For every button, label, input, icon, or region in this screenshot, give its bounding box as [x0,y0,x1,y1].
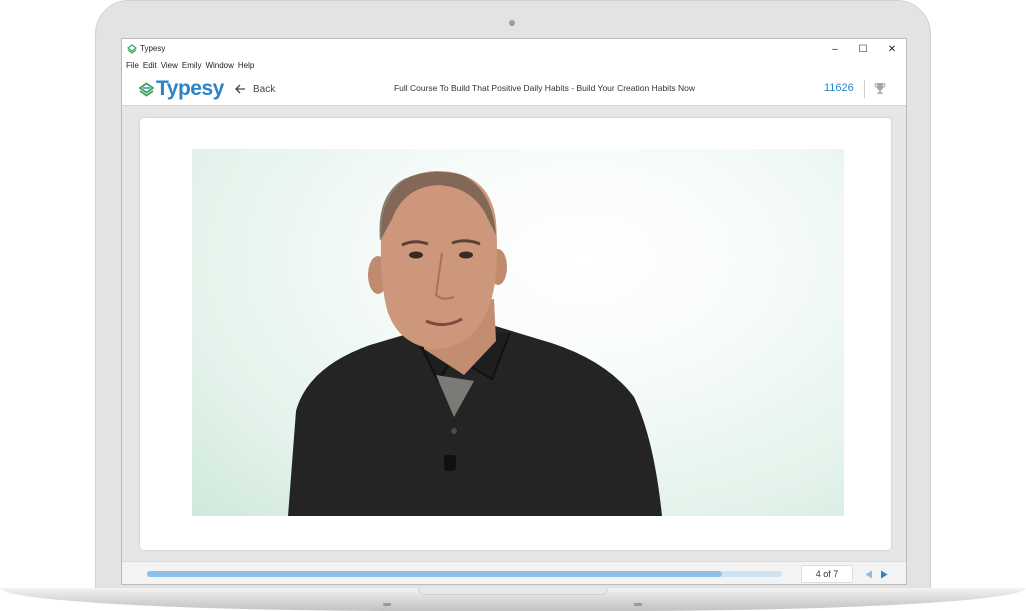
back-label: Back [253,83,276,95]
menu-help[interactable]: Help [238,59,258,72]
menu-emily[interactable]: Emily [182,59,206,72]
back-button[interactable]: Back [235,82,275,96]
page-indicator: 4 of 7 [801,565,853,583]
typesy-logo-icon [139,81,154,97]
instructor-video-frame [288,171,662,516]
webcam-icon [509,20,515,26]
menu-view[interactable]: View [161,59,182,72]
maximize-button[interactable]: ☐ [849,42,877,57]
minimize-button[interactable]: – [821,42,849,57]
logo-text: Typesy [156,77,224,100]
menu-window[interactable]: Window [205,59,237,72]
video-player[interactable] [192,149,844,516]
next-page-button[interactable] [878,568,890,580]
typesy-logo[interactable]: Typesy [139,77,224,101]
triangle-left-icon [865,570,872,578]
title-bar: Typesy – ☐ ✕ [122,39,906,59]
app-window: Typesy – ☐ ✕ File Edit View Emily Window… [121,38,907,585]
arrow-left-icon [235,84,245,94]
typesy-app-icon [127,44,137,54]
laptop-foot [383,603,391,606]
menu-bar: File Edit View Emily Window Help [122,59,906,72]
lesson-card [140,118,891,550]
points-counter: 11626 [824,82,854,94]
toolbar-divider [864,80,865,98]
menu-edit[interactable]: Edit [143,59,161,72]
window-title: Typesy [140,44,166,53]
triangle-right-icon [881,570,888,578]
player-bar: 4 of 7 [122,561,906,584]
laptop-foot [634,603,642,606]
close-button[interactable]: ✕ [878,42,906,57]
lesson-progress-bar[interactable] [147,571,782,577]
previous-page-button[interactable] [863,568,875,580]
course-title: Full Course To Build That Positive Daily… [393,83,696,93]
trophy-icon[interactable] [874,82,886,95]
lesson-progress-fill [147,571,722,577]
app-toolbar: Typesy Back Full Course To Build That Po… [122,72,906,106]
laptop-notch [418,588,608,595]
menu-file[interactable]: File [126,59,143,72]
lesson-content [122,106,906,561]
